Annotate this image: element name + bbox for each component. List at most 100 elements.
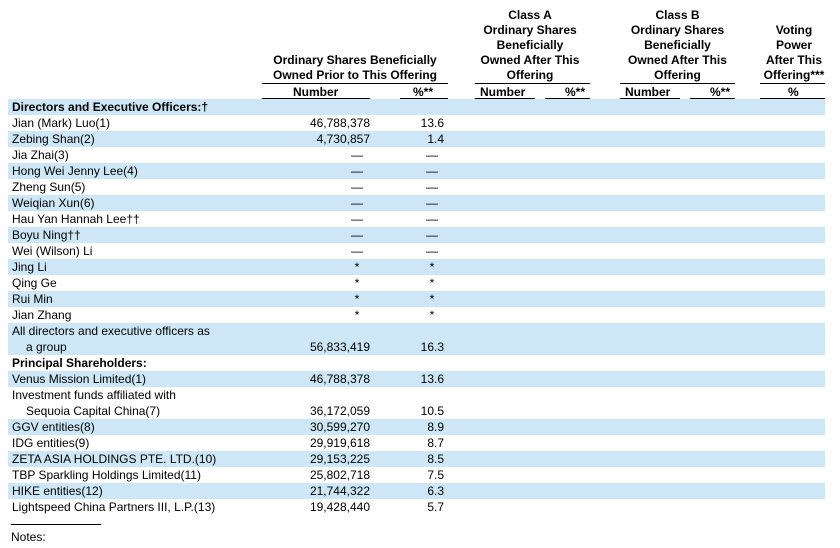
header-class-a-line5: Offering xyxy=(506,68,554,82)
table-row: Hau Yan Hannah Lee†† — — xyxy=(8,211,825,227)
header-class-b-line4: Owned After This xyxy=(628,53,727,67)
shares-number: * xyxy=(354,260,360,274)
shares-number: 19,428,440 xyxy=(309,500,370,514)
header-class-a-line3: Beneficially xyxy=(496,38,564,52)
holder-name: Weiqian Xun(6) xyxy=(12,196,95,210)
table-row: IDG entities(9) 29,919,618 8.7 xyxy=(8,435,825,451)
holder-name: GGV entities(8) xyxy=(12,420,95,434)
holder-name: Hong Wei Jenny Lee(4) xyxy=(12,164,138,178)
table-row: Investment funds affiliated with Sequoia … xyxy=(8,387,825,419)
table-row: Jia Zhai(3) — — xyxy=(8,147,825,163)
shares-number: — xyxy=(351,228,363,242)
subheader-b-pct: %** xyxy=(710,85,731,99)
table-row: Zebing Shan(2) 4,730,857 1.4 xyxy=(8,131,825,147)
shares-number: * xyxy=(354,292,360,306)
holder-name: Zebing Shan(2) xyxy=(12,132,95,146)
notes-label: Notes: xyxy=(11,530,46,544)
shares-number: * xyxy=(354,308,360,322)
holder-name-continued: Sequoia Capital China(7) xyxy=(26,404,161,418)
shares-number: — xyxy=(351,212,363,226)
shares-number: — xyxy=(351,164,363,178)
holder-name: TBP Sparkling Holdings Limited(11) xyxy=(12,468,201,482)
shares-number: — xyxy=(351,180,363,194)
table-row: Weiqian Xun(6) — — xyxy=(8,195,825,211)
shares-number: * xyxy=(354,276,360,290)
shares-percent: 1.4 xyxy=(427,132,444,146)
shares-number: — xyxy=(351,148,363,162)
shares-number: 4,730,857 xyxy=(316,132,370,146)
header-rule-voting xyxy=(760,83,825,84)
shares-number: 56,833,419 xyxy=(309,340,370,354)
holder-name: Wei (Wilson) Li xyxy=(12,244,93,258)
table-row: TBP Sparkling Holdings Limited(11) 25,802… xyxy=(8,467,825,483)
table-row: Lightspeed China Partners III, L.P.(13) 1… xyxy=(8,499,825,515)
shares-number: 46,788,378 xyxy=(309,372,370,386)
table-row: Boyu Ning†† — — xyxy=(8,227,825,243)
shares-number: 21,744,322 xyxy=(309,484,370,498)
shares-number: 30,599,270 xyxy=(309,420,370,434)
table-row: ZETA ASIA HOLDINGS PTE. LTD.(10) 29,153,2… xyxy=(8,451,825,467)
holder-name: Zheng Sun(5) xyxy=(12,180,86,194)
table-row: Zheng Sun(5) — — xyxy=(8,179,825,195)
header-voting-line3: After This xyxy=(765,53,822,67)
shares-percent: — xyxy=(426,212,438,226)
header-class-b: Class B Ordinary Shares Beneficially Own… xyxy=(620,8,735,83)
header-class-a-line4: Owned After This xyxy=(480,53,580,67)
header-voting-line1: Voting xyxy=(775,23,813,37)
shares-percent: 7.5 xyxy=(427,468,444,482)
shares-percent: — xyxy=(426,196,438,210)
table-row: Rui Min * * xyxy=(8,291,825,307)
header-voting-power: Voting Power After This Offering*** xyxy=(760,23,828,83)
header-voting-line4: Offering*** xyxy=(763,68,825,82)
header-class-a-line1: Class A xyxy=(508,8,552,22)
holder-name: All directors and executive officers as xyxy=(12,324,210,338)
holder-name: Boyu Ning†† xyxy=(12,228,81,242)
header-class-a-line2: Ordinary Shares xyxy=(483,23,577,37)
section-row: Directors and Executive Officers:† xyxy=(8,99,825,115)
shares-percent: 13.6 xyxy=(420,372,444,386)
shares-percent: 5.7 xyxy=(427,500,444,514)
holder-name: IDG entities(9) xyxy=(12,436,90,450)
holder-name-continued: a group xyxy=(26,340,67,354)
subheader-voting-pct: % xyxy=(788,85,799,99)
table-row: Wei (Wilson) Li — — xyxy=(8,243,825,259)
shares-number: 46,788,378 xyxy=(309,116,370,130)
shares-percent: * xyxy=(429,276,435,290)
holder-name: HIKE entities(12) xyxy=(12,484,103,498)
shares-number: 29,153,225 xyxy=(309,452,370,466)
header-class-b-line1: Class B xyxy=(655,8,700,22)
table-row: Qing Ge * * xyxy=(8,275,825,291)
shares-percent: — xyxy=(426,244,438,258)
header-rule-class-a xyxy=(475,83,590,84)
holder-name: Qing Ge xyxy=(12,276,57,290)
holder-name: Jing Li xyxy=(12,260,47,274)
shares-number: 25,802,718 xyxy=(309,468,370,482)
header-class-b-line3: Beneficially xyxy=(644,38,711,52)
header-prior-offering: Ordinary Shares Beneficially Owned Prior… xyxy=(262,53,448,83)
shares-percent: 13.6 xyxy=(420,116,444,130)
shares-percent: — xyxy=(426,228,438,242)
header-prior-line1: Ordinary Shares Beneficially xyxy=(273,53,437,67)
table-row: Venus Mission Limited(1) 46,788,378 13.6 xyxy=(8,371,825,387)
shares-percent: — xyxy=(426,148,438,162)
header-class-a: Class A Ordinary Shares Beneficially Own… xyxy=(475,8,585,83)
section-heading: Directors and Executive Officers:† xyxy=(12,100,209,114)
notes-divider xyxy=(11,524,101,525)
shares-percent: * xyxy=(429,292,435,306)
shares-percent: * xyxy=(429,308,435,322)
header-voting-line2: Power xyxy=(775,38,812,52)
shares-number: 29,919,618 xyxy=(309,436,370,450)
shares-percent: 6.3 xyxy=(427,484,444,498)
shares-percent: 8.5 xyxy=(427,452,444,466)
table-row: All directors and executive officers as a… xyxy=(8,323,825,355)
subheader-prior-pct: %** xyxy=(413,85,434,99)
header-prior-line2: Owned Prior to This Offering xyxy=(272,68,437,82)
table-row: Jian Zhang * * xyxy=(8,307,825,323)
holder-name: ZETA ASIA HOLDINGS PTE. LTD.(10) xyxy=(12,452,217,466)
subheader-b-number: Number xyxy=(625,85,671,99)
subheader-a-number: Number xyxy=(480,85,526,99)
shares-number: — xyxy=(351,244,363,258)
shares-percent: — xyxy=(426,180,438,194)
shares-percent: — xyxy=(426,164,438,178)
holder-name: Rui Min xyxy=(12,292,53,306)
